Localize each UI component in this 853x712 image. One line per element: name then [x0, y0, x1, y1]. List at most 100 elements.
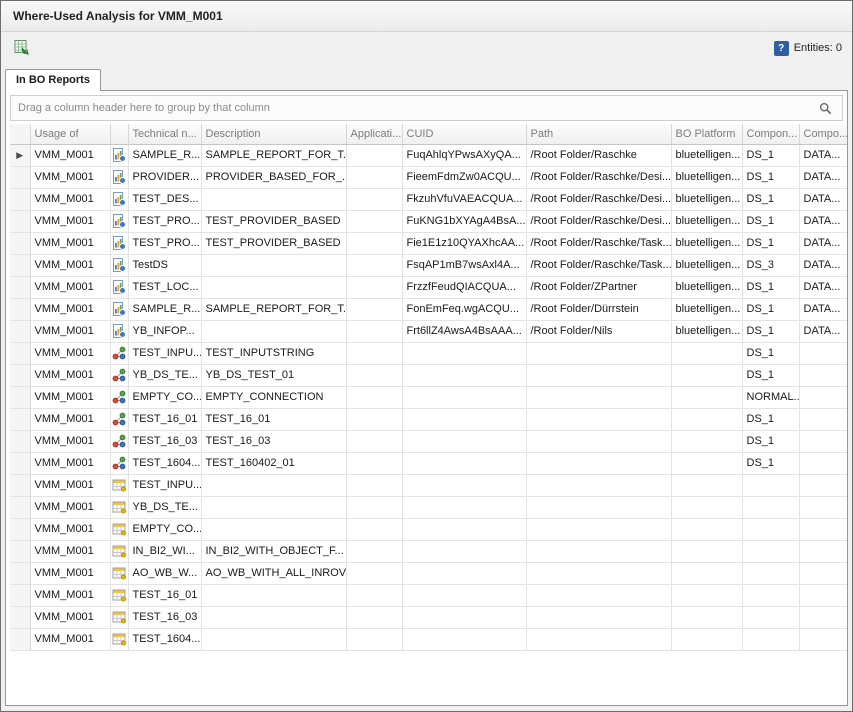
cell-component: DS_1 — [742, 232, 799, 254]
table-row[interactable]: VMM_M001TEST_DES...FkzuhVfuVAEACQUA.../R… — [10, 188, 847, 210]
table-row[interactable]: VMM_M001TestDSFsqAP1mB7wsAxl4A.../Root F… — [10, 254, 847, 276]
cell-component-2: DATA... — [799, 166, 847, 188]
table-row[interactable]: ▶VMM_M001SAMPLE_R...SAMPLE_REPORT_FOR_T.… — [10, 144, 847, 166]
table-row[interactable]: VMM_M001TEST_PRO...TEST_PROVIDER_BASEDFu… — [10, 210, 847, 232]
cell-application — [346, 298, 402, 320]
cell-cuid — [402, 606, 526, 628]
table-row[interactable]: VMM_M001YB_INFOP...Frt6llZ4AwsA4BsAAA...… — [10, 320, 847, 342]
cell-component: DS_3 — [742, 254, 799, 276]
cell-path: /Root Folder/Nils — [526, 320, 671, 342]
cell-component: DS_1 — [742, 408, 799, 430]
cell-technical-name: TEST_16_01 — [128, 584, 201, 606]
cell-technical-name: EMPTY_CO... — [128, 386, 201, 408]
table-row[interactable]: VMM_M001TEST_16_01 — [10, 584, 847, 606]
row-indicator — [10, 364, 30, 386]
column-header-usage-of[interactable]: Usage of — [30, 124, 110, 144]
column-header-component[interactable]: Compon... — [742, 124, 799, 144]
group-by-panel[interactable]: Drag a column header here to group by th… — [10, 95, 843, 121]
cell-description: AO_WB_WITH_ALL_INROV — [201, 562, 346, 584]
cell-technical-name: TEST_DES... — [128, 188, 201, 210]
table-row[interactable]: VMM_M001TEST_1604... — [10, 628, 847, 650]
cell-technical-name: YB_DS_TE... — [128, 496, 201, 518]
grid-header-row: Usage of Technical n... Description Appl… — [10, 124, 847, 144]
cell-cuid: FuKNG1bXYAgA4BsA... — [402, 210, 526, 232]
cell-technical-name: TEST_LOC... — [128, 276, 201, 298]
table-row[interactable]: VMM_M001TEST_INPU...TEST_INPUTSTRINGDS_1 — [10, 342, 847, 364]
cell-bo-platform: bluetelligen... — [671, 276, 742, 298]
table-row[interactable]: VMM_M001YB_DS_TE...YB_DS_TEST_01DS_1 — [10, 364, 847, 386]
column-header-application[interactable]: Applicati... — [346, 124, 402, 144]
table-row[interactable]: VMM_M001TEST_PRO...TEST_PROVIDER_BASEDFi… — [10, 232, 847, 254]
cell-application — [346, 166, 402, 188]
table-row[interactable]: VMM_M001TEST_16_01TEST_16_01DS_1 — [10, 408, 847, 430]
row-indicator — [10, 166, 30, 188]
column-header-description[interactable]: Description — [201, 124, 346, 144]
export-to-excel-button[interactable] — [9, 36, 33, 60]
cell-component — [742, 496, 799, 518]
tab-in-bo-reports[interactable]: In BO Reports — [5, 69, 101, 91]
table-row[interactable]: VMM_M001SAMPLE_R...SAMPLE_REPORT_FOR_T..… — [10, 298, 847, 320]
cell-cuid — [402, 518, 526, 540]
cell-usage-of: VMM_M001 — [30, 320, 110, 342]
cell-application — [346, 540, 402, 562]
cell-technical-name: TEST_INPU... — [128, 474, 201, 496]
table-row[interactable]: VMM_M001EMPTY_CO... — [10, 518, 847, 540]
cell-application — [346, 562, 402, 584]
cell-component-2 — [799, 518, 847, 540]
cell-description: PROVIDER_BASED_FOR_... — [201, 166, 346, 188]
table-row[interactable]: VMM_M001AO_WB_W...AO_WB_WITH_ALL_INROV — [10, 562, 847, 584]
cell-path: /Root Folder/ZPartner — [526, 276, 671, 298]
cell-bo-platform — [671, 430, 742, 452]
cell-path: /Root Folder/Raschke/Desi... — [526, 188, 671, 210]
column-header-path[interactable]: Path — [526, 124, 671, 144]
cell-component-2 — [799, 430, 847, 452]
row-indicator — [10, 518, 30, 540]
table-row[interactable]: VMM_M001IN_BI2_WI...IN_BI2_WITH_OBJECT_F… — [10, 540, 847, 562]
column-header-component-2[interactable]: Compo... — [799, 124, 847, 144]
table-row[interactable]: VMM_M001TEST_16_03TEST_16_03DS_1 — [10, 430, 847, 452]
table-row[interactable]: VMM_M001TEST_16_03 — [10, 606, 847, 628]
tab-content-panel: Drag a column header here to group by th… — [5, 90, 848, 706]
cell-usage-of: VMM_M001 — [30, 496, 110, 518]
cell-description: TEST_PROVIDER_BASED — [201, 232, 346, 254]
connection-icon — [110, 452, 128, 474]
cell-component — [742, 518, 799, 540]
cell-component: DS_1 — [742, 188, 799, 210]
cell-cuid — [402, 562, 526, 584]
column-header-icon[interactable] — [110, 124, 128, 144]
row-indicator — [10, 430, 30, 452]
cell-technical-name: TestDS — [128, 254, 201, 276]
table-row[interactable]: VMM_M001TEST_LOC...FrzzfFeudQIACQUA.../R… — [10, 276, 847, 298]
cell-component-2: DATA... — [799, 254, 847, 276]
table-row[interactable]: VMM_M001TEST_1604...TEST_160402_01DS_1 — [10, 452, 847, 474]
column-header-bo-platform[interactable]: BO Platform — [671, 124, 742, 144]
cell-usage-of: VMM_M001 — [30, 254, 110, 276]
row-indicator — [10, 342, 30, 364]
table-row[interactable]: VMM_M001TEST_INPU... — [10, 474, 847, 496]
cell-component: DS_1 — [742, 298, 799, 320]
cell-component: DS_1 — [742, 210, 799, 232]
cell-path — [526, 452, 671, 474]
table-row[interactable]: VMM_M001PROVIDER...PROVIDER_BASED_FOR_..… — [10, 166, 847, 188]
table-row[interactable]: VMM_M001EMPTY_CO...EMPTY_CONNECTIONNORMA… — [10, 386, 847, 408]
cell-technical-name: EMPTY_CO... — [128, 518, 201, 540]
sheet-icon — [110, 562, 128, 584]
cell-usage-of: VMM_M001 — [30, 562, 110, 584]
cell-path: /Root Folder/Dürrstein — [526, 298, 671, 320]
row-indicator — [10, 188, 30, 210]
cell-bo-platform — [671, 606, 742, 628]
row-indicator — [10, 562, 30, 584]
table-row[interactable]: VMM_M001 YB_DS_TE... — [10, 496, 847, 518]
cell-description — [201, 320, 346, 342]
row-indicator — [10, 606, 30, 628]
cell-technical-name: TEST_1604... — [128, 628, 201, 650]
report-icon — [110, 144, 128, 166]
help-icon[interactable]: ? — [774, 41, 789, 56]
sheet-icon — [110, 518, 128, 540]
cell-description — [201, 496, 346, 518]
column-header-technical-name[interactable]: Technical n... — [128, 124, 201, 144]
connection-icon — [110, 430, 128, 452]
cell-component — [742, 584, 799, 606]
search-icon[interactable] — [815, 98, 835, 118]
column-header-cuid[interactable]: CUID — [402, 124, 526, 144]
